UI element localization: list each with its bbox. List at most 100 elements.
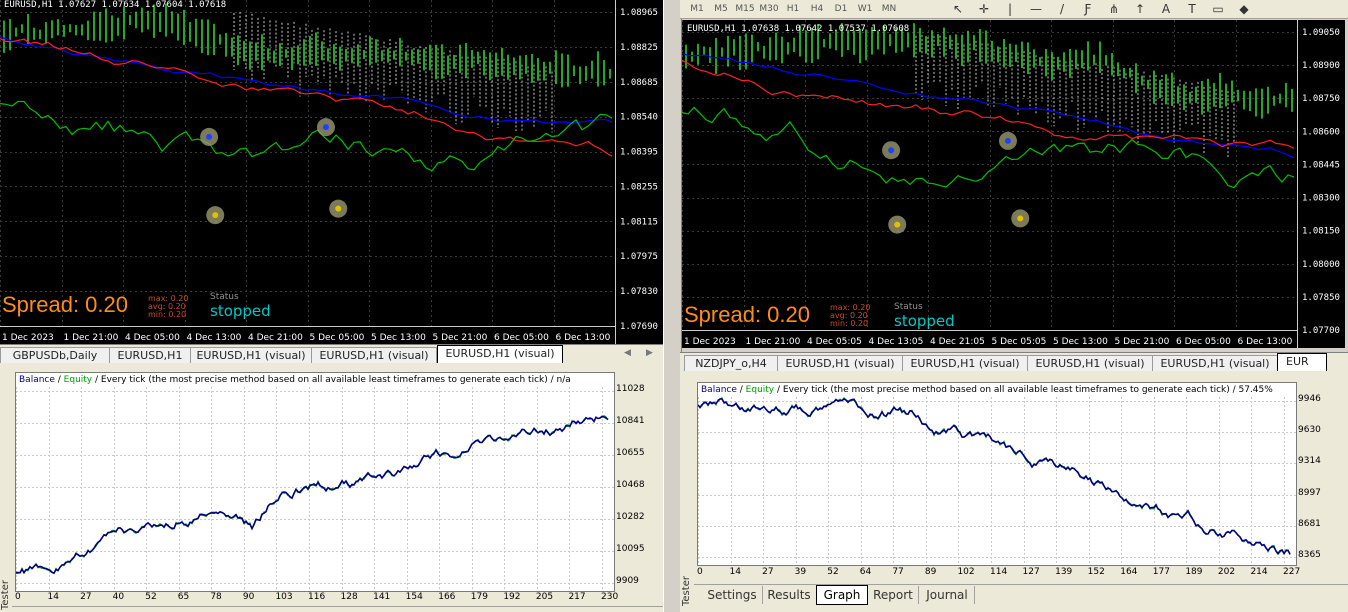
tab-gbpusdb-daily[interactable]: GBPUSDb,Daily: [0, 347, 110, 363]
time-tick-label: 4 Dec 21:05: [930, 337, 985, 347]
right-price-chart[interactable]: 1.09050 1.08900 1.08750 1.08600 1.08445 1.083…: [682, 20, 1345, 348]
graph-y-tick: 10841: [616, 416, 645, 426]
trade-markers: [200, 118, 348, 225]
graph-x-tick: 114: [990, 567, 1008, 577]
graph-y-tick: 10095: [616, 544, 645, 554]
graph-y-tick: 8365: [1298, 550, 1321, 560]
r-legend-separator: /: [736, 385, 746, 395]
tab-scroll-right-icon[interactable]: ▶: [646, 348, 653, 358]
time-tick-label: 5 Dec 21:00: [433, 333, 488, 343]
graph-x-tick: 39: [794, 567, 807, 577]
left-graph-y-axis: 11028 10841 10655 10468 10282 10095 9909: [616, 372, 662, 590]
tab-eurusd-h1-visual-3[interactable]: EURUSD,H1 (visual): [437, 345, 563, 363]
left-spread-min: min: 0.20: [148, 310, 187, 319]
cursor-icon[interactable]: ↖: [950, 1, 966, 17]
crosshair-icon[interactable]: ✛: [976, 1, 992, 17]
price-tick-label: 1.07830: [620, 287, 658, 297]
timeframe-m15[interactable]: M15: [734, 2, 756, 16]
time-tick-label: 6 Dec 05:00: [1176, 337, 1231, 347]
graph-grid: [16, 387, 614, 591]
tab-scroll-left-icon[interactable]: ◀: [624, 348, 631, 358]
tab-eurusd-h1-visual-2[interactable]: EURUSD,H1 (visual): [311, 347, 437, 363]
graph-x-tick: 102: [957, 567, 975, 577]
graph-x-tick: 152: [1087, 567, 1105, 577]
fibo-fan-icon[interactable]: ⋔: [1106, 1, 1122, 17]
rectangle-icon[interactable]: ▭: [1210, 1, 1226, 17]
tab-eurusd-h1-visual-1[interactable]: EURUSD,H1 (visual): [190, 347, 312, 363]
arrow-up-icon[interactable]: ↑: [1132, 1, 1148, 17]
graph-x-tick: 77: [892, 567, 904, 577]
graph-y-tick: 9630: [1298, 425, 1321, 436]
shapes-icon[interactable]: ◆: [1236, 1, 1252, 17]
price-tick-label: 1.08600: [1302, 127, 1340, 137]
left-tester-label: Tester: [0, 580, 11, 610]
left-status-label: Status: [210, 292, 239, 302]
trendline-icon[interactable]: /: [1054, 1, 1070, 17]
timeframe-h4[interactable]: H4: [806, 2, 828, 16]
graph-x-tick: 230: [601, 592, 619, 602]
kijun-line: [0, 36, 613, 124]
right-chart-canvas[interactable]: 1.09050 1.08900 1.08750 1.08600 1.08445 1.083…: [682, 20, 1345, 348]
time-tick-label: 4 Dec 05:00: [125, 333, 180, 343]
graph-grid: [698, 397, 1296, 565]
graph-x-tick: 116: [308, 592, 326, 602]
timeframe-h1[interactable]: H1: [782, 2, 804, 16]
horizontal-line-icon[interactable]: —: [1028, 1, 1044, 17]
text-icon[interactable]: A: [1158, 1, 1174, 17]
graph-y-tick: 9314: [1298, 456, 1321, 467]
graph-x-tick: 0: [15, 592, 21, 602]
timeframe-m5[interactable]: M5: [710, 2, 732, 16]
price-tick-label: 1.08965: [620, 8, 658, 18]
graph-x-tick: 40: [112, 592, 125, 602]
balance-curve: [16, 415, 609, 575]
tab-nzdjpy-h4[interactable]: NZDJPY_o,H4: [684, 355, 778, 371]
timeframe-w1[interactable]: W1: [854, 2, 876, 16]
graph-x-tick: 154: [405, 592, 423, 602]
right-balance-graph: Balance / Equity / Every tick (the most …: [697, 382, 1297, 566]
right-window: M1 M5 M15 M30 H1 H4 D1 W1 MN ↖ ✛ | — / Ƒ ⋔ ↑ A T ▭ ◆ 1.0905…: [680, 0, 1348, 612]
left-price-chart[interactable]: 1.08965 1.08825 1.08685 1.08540 1.08395 1.082…: [0, 0, 663, 344]
graph-x-tick: 52: [827, 567, 839, 577]
vertical-line-icon[interactable]: |: [1002, 1, 1018, 17]
time-tick-label: 1 Dec 21:00: [64, 333, 119, 343]
graph-x-tick: 214: [1250, 567, 1268, 577]
tab-tester-graph[interactable]: Graph: [816, 585, 868, 605]
price-tick-label: 1.08000: [1302, 260, 1340, 270]
tab-r-eurusd-visual-1[interactable]: EURUSD,H1 (visual): [777, 355, 903, 371]
timeframe-m30[interactable]: M30: [758, 2, 780, 16]
timeframe-mn[interactable]: MN: [878, 2, 900, 16]
label-icon[interactable]: T: [1184, 1, 1200, 17]
graph-y-tick: 9946: [1298, 394, 1321, 404]
graph-x-tick: 217: [568, 592, 586, 602]
tab-tester-settings[interactable]: Settings: [702, 586, 763, 604]
fibonacci-icon[interactable]: Ƒ: [1080, 1, 1096, 17]
left-chart-header: EURUSD,H1 1.07627 1.07634 1.07604 1.0761…: [4, 0, 227, 10]
tab-r-eur-active[interactable]: EUR: [1277, 353, 1327, 371]
graph-x-tick: 65: [177, 592, 190, 602]
graph-y-tick: 9909: [616, 576, 639, 586]
graph-x-tick: 14: [47, 592, 59, 602]
price-tick-label: 1.08685: [620, 78, 658, 88]
right-spread-label: Spread: 0.20: [684, 302, 810, 327]
time-tick-label: 4 Dec 13:05: [869, 337, 924, 347]
tab-r-eurusd-visual-2[interactable]: EURUSD,H1 (visual): [902, 355, 1028, 371]
timeframe-m1[interactable]: M1: [686, 2, 708, 16]
left-status-value: stopped: [210, 302, 271, 320]
time-tick-label: 1 Dec 2023: [2, 333, 54, 343]
time-tick-label: 4 Dec 13:00: [187, 333, 242, 343]
timeframe-d1[interactable]: D1: [830, 2, 852, 16]
graph-x-tick: 139: [1055, 567, 1073, 577]
price-tick-label: 1.08540: [620, 113, 658, 123]
graph-y-tick: 10282: [616, 512, 645, 522]
price-tick-label: 1.08115: [620, 217, 658, 227]
tab-tester-results[interactable]: Results: [762, 586, 817, 604]
left-graph-canvas: [16, 387, 614, 591]
tab-eurusd-h1[interactable]: EURUSD,H1: [109, 347, 191, 363]
graph-x-tick: 177: [1152, 567, 1170, 577]
legend-equity: Equity: [63, 375, 93, 385]
tab-r-eurusd-visual-4[interactable]: EURUSD,H1 (visual): [1152, 355, 1278, 371]
tab-tester-journal[interactable]: Journal: [920, 586, 975, 604]
tab-r-eurusd-visual-3[interactable]: EURUSD,H1 (visual): [1027, 355, 1153, 371]
tab-tester-report[interactable]: Report: [868, 586, 919, 604]
graph-y-tick: 11028: [616, 384, 645, 394]
